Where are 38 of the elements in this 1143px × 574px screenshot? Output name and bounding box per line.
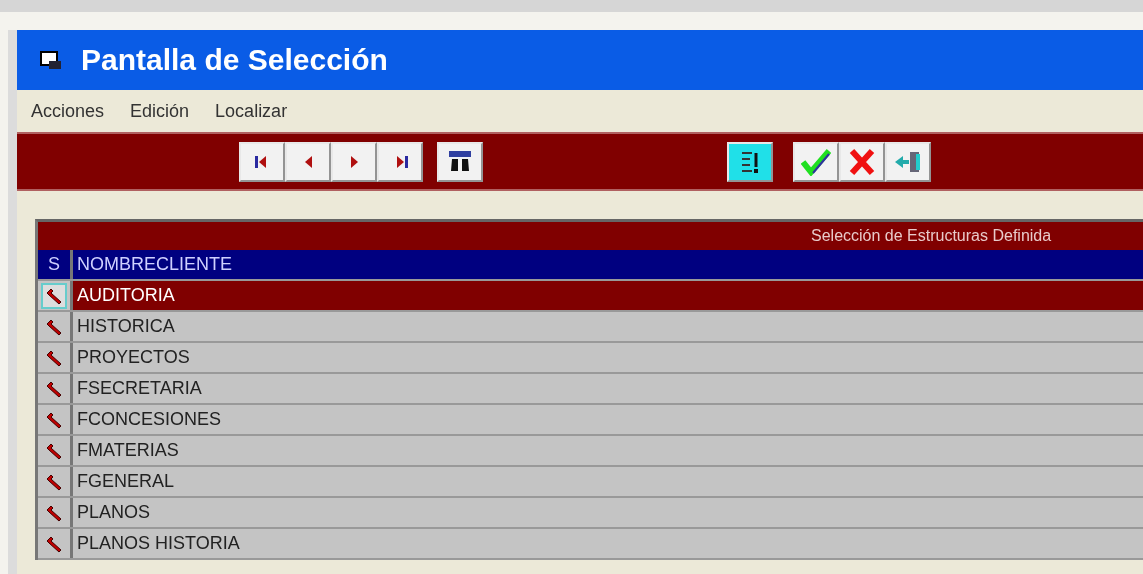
table-cell[interactable]: AUDITORIA	[73, 281, 1143, 310]
pin-icon	[45, 503, 63, 522]
table-cell[interactable]: PLANOS HISTORIA	[73, 529, 1143, 558]
pin-icon	[45, 472, 63, 491]
grid-caption: Selección de Estructuras Definida	[811, 227, 1052, 245]
table-cell[interactable]: PLANOS	[73, 498, 1143, 527]
table-cell[interactable]: FCONCESIONES	[73, 405, 1143, 434]
row-selector[interactable]	[41, 282, 67, 309]
pin-icon	[45, 379, 63, 398]
column-header[interactable]: NOMBRECLIENTE	[73, 250, 1143, 279]
pin-icon	[45, 441, 63, 460]
menu-item[interactable]: Acciones	[31, 100, 105, 122]
table-cell[interactable]: PROYECTOS	[73, 343, 1143, 372]
pin-icon	[45, 410, 63, 429]
column-header[interactable]: S	[38, 250, 73, 279]
previous-record-button[interactable]	[285, 141, 331, 182]
sort-button[interactable]	[727, 141, 773, 182]
last-record-button[interactable]	[377, 141, 423, 182]
window-icon	[39, 49, 63, 71]
pin-icon	[45, 317, 63, 336]
window-title: Pantalla de Selección	[81, 43, 388, 77]
first-record-button[interactable]	[239, 141, 285, 182]
table-cell[interactable]: FMATERIAS	[73, 436, 1143, 465]
menu-item[interactable]: Edición	[130, 100, 190, 122]
binoculars-button[interactable]	[437, 141, 483, 182]
next-record-button[interactable]	[331, 141, 377, 182]
exit-button[interactable]	[885, 141, 931, 182]
pin-icon	[45, 348, 63, 367]
menu-item[interactable]: Localizar	[215, 100, 288, 122]
table-cell[interactable]: FSECRETARIA	[73, 374, 1143, 403]
checkmark-icon	[801, 147, 831, 176]
close-icon	[848, 147, 876, 176]
cancel-button[interactable]	[839, 141, 885, 182]
accept-button[interactable]	[793, 141, 839, 182]
pin-icon	[45, 286, 63, 305]
table-cell[interactable]: HISTORICA	[73, 312, 1143, 341]
pin-icon	[45, 534, 63, 553]
table-cell[interactable]: FGENERAL	[73, 467, 1143, 496]
